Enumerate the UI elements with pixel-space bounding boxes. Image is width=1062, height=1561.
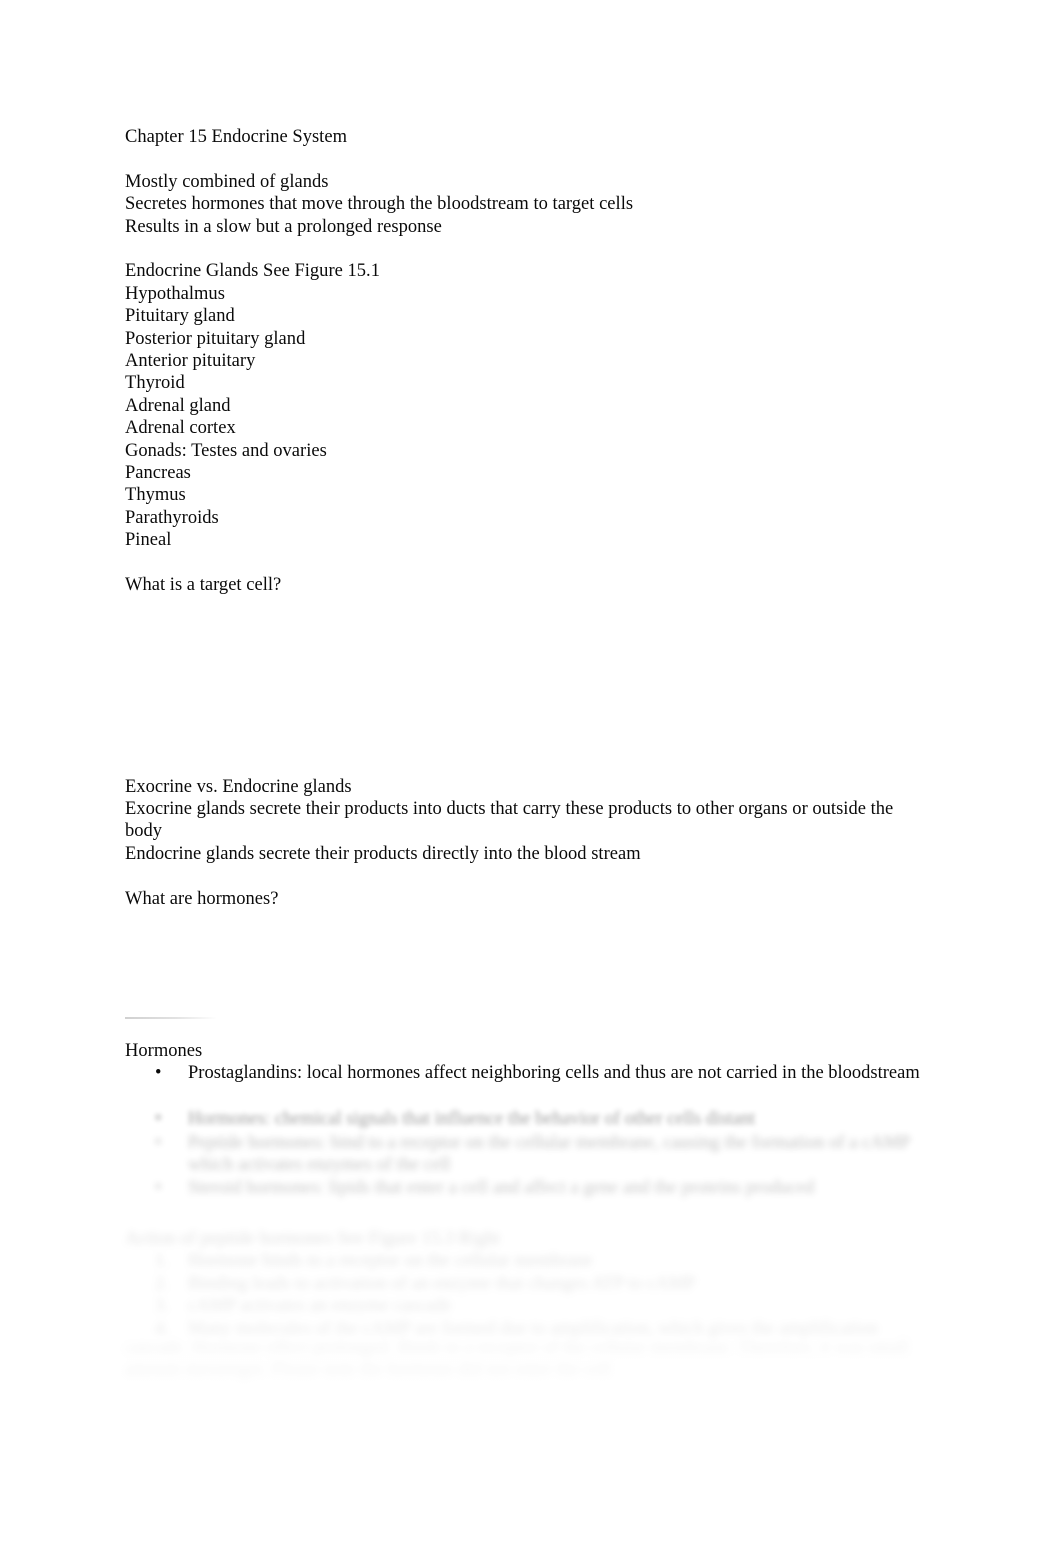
hormones-bullet-2-wrapper: • Hormones: chemical signals that influe… bbox=[125, 1108, 937, 1130]
hormones-bullet-list-continued: • Hormones: chemical signals that influe… bbox=[125, 1108, 937, 1130]
list-number: 2. bbox=[155, 1273, 169, 1294]
gland-item-parathyroids: Parathyroids bbox=[125, 507, 219, 528]
peptide-action-section: Action of peptide hormones See Figure 15… bbox=[125, 1228, 937, 1340]
intro-line-3: Results in a slow but a prolonged respon… bbox=[125, 216, 442, 237]
list-item-label: Hormones: chemical signals that influenc… bbox=[188, 1109, 756, 1129]
endocrine-body: Endocrine glands secrete their products … bbox=[125, 843, 641, 864]
list-item-label: Hormone binds to a receptor on the cellu… bbox=[188, 1251, 593, 1272]
gland-item-hypothalmus: Hypothalmus bbox=[125, 283, 225, 304]
bullet-icon: • bbox=[155, 1063, 162, 1084]
document-content: Chapter 15 Endocrine System Mostly combi… bbox=[125, 126, 920, 910]
hormones-bullet-list-rest: • Peptide hormones: bind to a receptor o… bbox=[125, 1132, 937, 1199]
list-item: 2. Binding leads to activation of an enz… bbox=[125, 1273, 937, 1295]
hormones-bullet-list: • Prostaglandins: local hormones affect … bbox=[125, 1062, 937, 1084]
list-number: 1. bbox=[155, 1251, 169, 1272]
list-item: • Steroid hormones: lipids that enter a … bbox=[125, 1177, 937, 1199]
document-page: Chapter 15 Endocrine System Mostly combi… bbox=[0, 0, 1062, 1561]
intro-line-2: Secretes hormones that move through the … bbox=[125, 194, 634, 215]
gland-item-gonads: Gonads: Testes and ovaries bbox=[125, 440, 327, 461]
section-divider bbox=[125, 1017, 217, 1019]
list-item: • Prostaglandins: local hormones affect … bbox=[125, 1062, 937, 1084]
list-item-label: Binding leads to activation of an enzyme… bbox=[188, 1273, 696, 1294]
intro-line-1: Mostly combined of glands bbox=[125, 171, 329, 192]
page-title: Chapter 15 Endocrine System bbox=[125, 127, 347, 147]
glands-heading: Endocrine Glands See Figure 15.1 bbox=[125, 261, 380, 282]
list-item-label: Steroid hormones: lipids that enter a ce… bbox=[188, 1177, 815, 1198]
question-hormones: What are hormones? bbox=[125, 888, 279, 909]
tail-paragraph-wrapper: cascade. Hormone effect prolonged. Binds… bbox=[125, 1337, 937, 1382]
exocrine-heading: Exocrine vs. Endocrine glands bbox=[125, 776, 352, 797]
tail-paragraph: cascade. Hormone effect prolonged. Binds… bbox=[125, 1338, 914, 1381]
gland-item-anterior-pituitary: Anterior pituitary bbox=[125, 351, 256, 372]
list-item-label: Peptide hormones: bind to a receptor on … bbox=[188, 1133, 910, 1176]
hormones-heading: Hormones bbox=[125, 1041, 203, 1061]
bullet-icon: • bbox=[155, 1109, 162, 1129]
list-item-label: Prostaglandins: local hormones affect ne… bbox=[188, 1063, 920, 1084]
gland-item-thymus: Thymus bbox=[125, 485, 186, 506]
hormones-bullets-rest-wrapper: • Peptide hormones: bind to a receptor o… bbox=[125, 1132, 937, 1199]
exocrine-body: Exocrine glands secrete their products i… bbox=[125, 799, 898, 842]
gland-item-pancreas: Pancreas bbox=[125, 463, 191, 484]
list-number: 3. bbox=[155, 1296, 169, 1317]
hormones-section: Hormones • Prostaglandins: local hormone… bbox=[125, 1040, 937, 1085]
gland-item-pineal: Pineal bbox=[125, 530, 172, 551]
list-item: • Hormones: chemical signals that influe… bbox=[125, 1108, 937, 1130]
gland-item-posterior-pituitary-gland: Posterior pituitary gland bbox=[125, 328, 306, 349]
gland-item-adrenal-gland: Adrenal gland bbox=[125, 395, 231, 416]
bullet-icon: • bbox=[155, 1133, 162, 1153]
gland-item-thyroid: Thyroid bbox=[125, 373, 185, 394]
steps-list: 1. Hormone binds to a receptor on the ce… bbox=[125, 1250, 937, 1340]
bullet-icon: • bbox=[155, 1177, 162, 1198]
list-item-label: cAMP activates an enzyme cascade bbox=[188, 1296, 452, 1317]
gland-item-pituitary-gland: Pituitary gland bbox=[125, 306, 235, 327]
list-item: • Peptide hormones: bind to a receptor o… bbox=[125, 1132, 937, 1177]
gland-item-adrenal-cortex: Adrenal cortex bbox=[125, 418, 236, 439]
list-item-label: Many molecules of the cAMP are formed du… bbox=[188, 1318, 878, 1339]
list-item: 1. Hormone binds to a receptor on the ce… bbox=[125, 1250, 937, 1272]
steps-heading: Action of peptide hormones See Figure 15… bbox=[125, 1229, 501, 1249]
question-target-cell: What is a target cell? bbox=[125, 575, 282, 596]
list-item: 3. cAMP activates an enzyme cascade bbox=[125, 1295, 937, 1317]
